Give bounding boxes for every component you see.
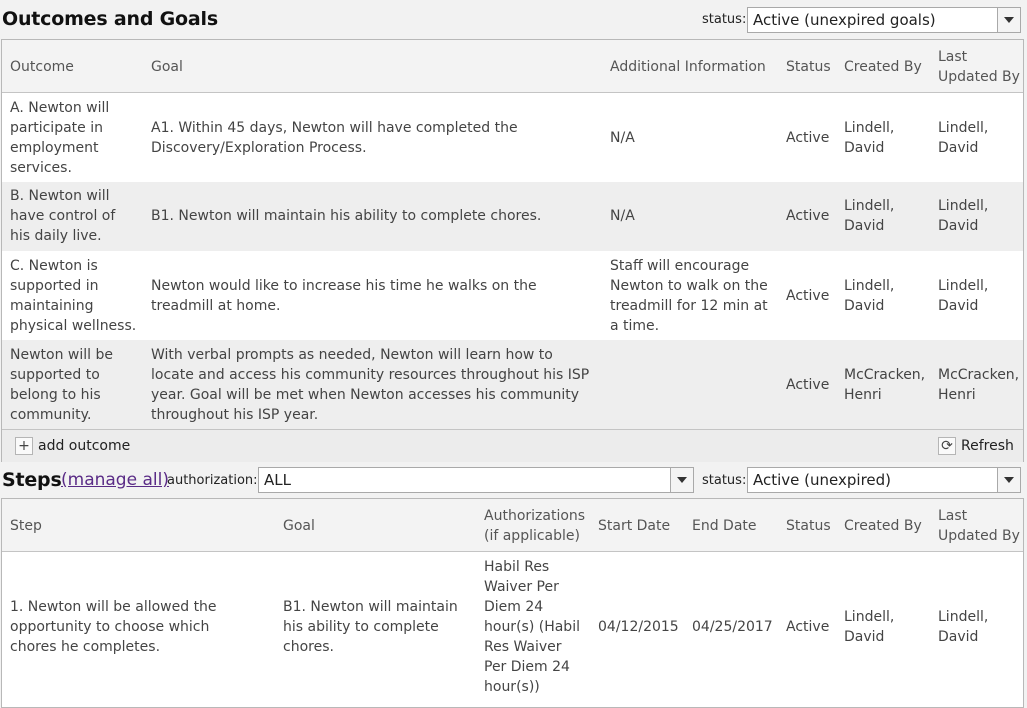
table-row[interactable]: C. Newton is supported in maintaining ph… <box>2 251 1023 340</box>
col-start-date[interactable]: Start Date <box>598 516 670 536</box>
cell-goal: B1. Newton will maintain his ability to … <box>151 208 542 224</box>
outcomes-status-select[interactable]: Active (unexpired goals) <box>747 7 1021 33</box>
steps-grid-header: Step Goal Authorizations (if applicable)… <box>2 499 1023 552</box>
cell-last-updated-by: Lindell, David <box>938 609 989 645</box>
table-row[interactable]: 1. Newton will be allowed the opportunit… <box>2 552 1023 702</box>
authorization-select[interactable]: ALL <box>258 467 694 493</box>
table-row[interactable]: Newton will be supported to belong to hi… <box>2 340 1023 429</box>
chevron-down-icon[interactable] <box>997 468 1020 492</box>
table-row[interactable]: A. Newton will participate in employment… <box>2 93 1023 182</box>
cell-last-updated-by: Lindell, David <box>938 120 989 156</box>
cell-step: 1. Newton will be allowed the opportunit… <box>10 599 217 655</box>
outcomes-title: Outcomes and Goals <box>2 8 218 30</box>
cell-outcome: A. Newton will participate in employment… <box>10 100 110 176</box>
cell-goal: B1. Newton will maintain his ability to … <box>283 599 458 655</box>
table-row[interactable]: B. Newton will have control of his daily… <box>2 182 1023 251</box>
steps-title: Steps <box>2 469 62 491</box>
col-end-date[interactable]: End Date <box>692 516 757 536</box>
cell-status: Active <box>786 208 830 224</box>
cell-info: N/A <box>610 208 635 224</box>
outcomes-footer: + add outcome ⟳ Refresh <box>2 429 1023 462</box>
cell-authorizations: Habil Res Waiver Per Diem 24 hour(s) (Ha… <box>484 559 580 695</box>
cell-created-by: Lindell, David <box>844 278 895 314</box>
chevron-down-icon[interactable] <box>997 8 1020 32</box>
cell-info: Staff will encourage Newton to walk on t… <box>610 258 768 334</box>
refresh-label: Refresh <box>961 438 1014 454</box>
col-outcome[interactable]: Outcome <box>10 57 74 77</box>
cell-outcome: C. Newton is supported in maintaining ph… <box>10 258 137 334</box>
col-created-by[interactable]: Created By <box>844 516 922 536</box>
col-status[interactable]: Status <box>786 57 831 77</box>
cell-created-by: Lindell, David <box>844 198 895 234</box>
cell-status: Active <box>786 288 830 304</box>
cell-info: N/A <box>610 130 635 146</box>
cell-last-updated-by: Lindell, David <box>938 278 989 314</box>
authorization-value: ALL <box>264 471 291 489</box>
plus-icon: + <box>15 437 33 455</box>
refresh-button[interactable]: ⟳ Refresh <box>938 435 1014 457</box>
steps-header: Steps (manage all) authorization: ALL st… <box>0 463 1027 499</box>
steps-status-select[interactable]: Active (unexpired) <box>747 467 1021 493</box>
cell-end-date: 04/25/2017 <box>692 619 773 635</box>
outcomes-status-label: status: <box>702 12 747 27</box>
cell-start-date: 04/12/2015 <box>598 619 679 635</box>
cell-created-by: McCracken, Henri <box>844 367 926 403</box>
outcomes-status-value: Active (unexpired goals) <box>753 11 936 29</box>
col-additional-info[interactable]: Additional Information <box>610 57 766 77</box>
cell-last-updated-by: Lindell, David <box>938 198 989 234</box>
steps-status-label: status: <box>702 473 747 488</box>
cell-goal: Newton would like to increase his time h… <box>151 278 537 314</box>
outcomes-header: Outcomes and Goals status: Active (unexp… <box>0 0 1027 38</box>
authorization-label: authorization: <box>167 473 258 488</box>
add-outcome-button[interactable]: + add outcome <box>15 435 130 457</box>
outcomes-grid: Outcome Goal Additional Information Stat… <box>1 39 1024 462</box>
col-created-by[interactable]: Created By <box>844 57 922 77</box>
col-last-updated-by[interactable]: Last Updated By <box>938 47 1020 87</box>
cell-status: Active <box>786 619 830 635</box>
cell-status: Active <box>786 130 830 146</box>
cell-goal: A1. Within 45 days, Newton will have com… <box>151 120 518 156</box>
cell-created-by: Lindell, David <box>844 609 895 645</box>
cell-goal: With verbal prompts as needed, Newton wi… <box>151 347 590 423</box>
col-last-updated-by[interactable]: Last Updated By <box>938 506 1020 546</box>
chevron-down-icon[interactable] <box>670 468 693 492</box>
col-step[interactable]: Step <box>10 516 42 536</box>
col-authorizations[interactable]: Authorizations (if applicable) <box>484 506 585 546</box>
outcomes-grid-header: Outcome Goal Additional Information Stat… <box>2 40 1023 93</box>
cell-outcome: Newton will be supported to belong to hi… <box>10 347 113 423</box>
steps-status-value: Active (unexpired) <box>753 471 892 489</box>
col-goal[interactable]: Goal <box>151 57 183 77</box>
manage-all-link[interactable]: (manage all) <box>61 470 169 490</box>
steps-grid: Step Goal Authorizations (if applicable)… <box>1 498 1024 708</box>
add-outcome-label: add outcome <box>38 438 131 454</box>
cell-created-by: Lindell, David <box>844 120 895 156</box>
cell-status: Active <box>786 377 830 393</box>
refresh-icon: ⟳ <box>938 437 956 455</box>
cell-last-updated-by: McCracken, Henri <box>938 367 1020 403</box>
col-goal[interactable]: Goal <box>283 516 315 536</box>
col-status[interactable]: Status <box>786 516 831 536</box>
cell-outcome: B. Newton will have control of his daily… <box>10 188 116 244</box>
